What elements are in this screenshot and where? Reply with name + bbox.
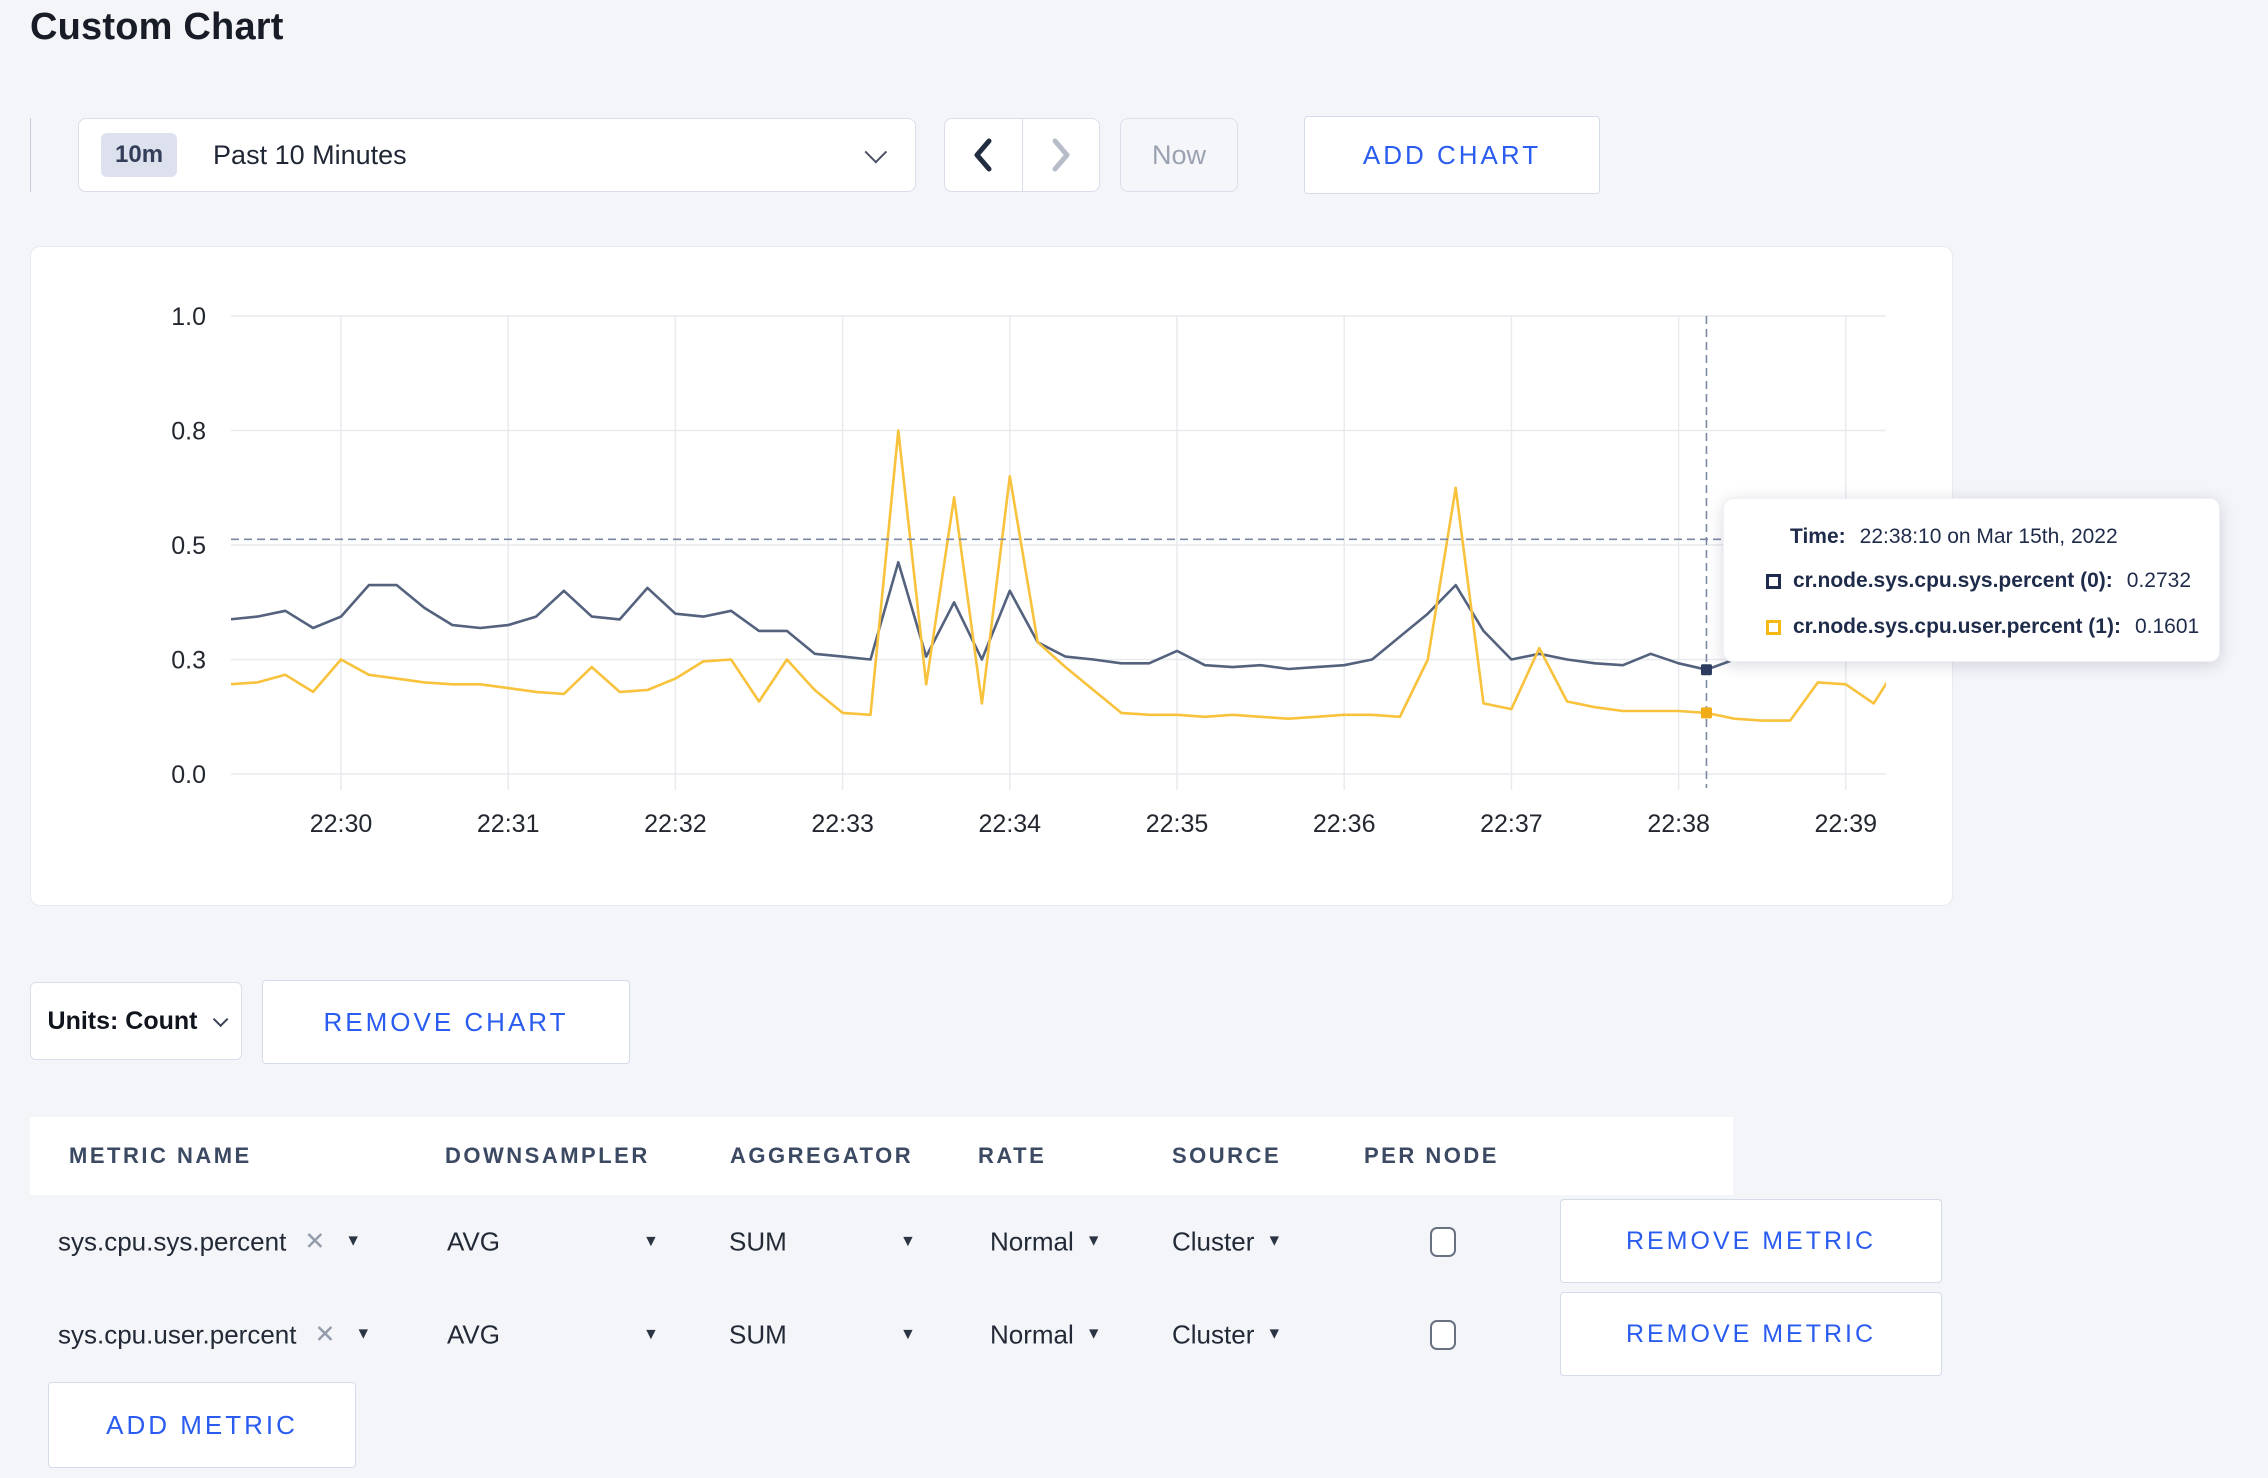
- tooltip-series-name: cr.node.sys.cpu.sys.percent (0):: [1793, 569, 2113, 592]
- column-header-downsampler: DOWNSAMPLER: [445, 1143, 650, 1168]
- svg-text:22:30: 22:30: [310, 810, 373, 838]
- add-chart-button[interactable]: ADD CHART: [1304, 116, 1600, 194]
- aggregator-select[interactable]: SUM: [729, 1319, 787, 1350]
- time-range-dropdown[interactable]: 10m Past 10 Minutes: [78, 118, 916, 192]
- caret-down-icon: ▼: [1266, 1325, 1283, 1343]
- downsampler-caret[interactable]: ▼: [643, 1233, 659, 1251]
- svg-text:1.0: 1.0: [171, 303, 206, 331]
- time-range-badge: 10m: [101, 133, 178, 177]
- toolbar-left-divider: [30, 118, 31, 192]
- tooltip-series-name: cr.node.sys.cpu.user.percent (1):: [1793, 615, 2121, 638]
- chart-tooltip: Time: 22:38:10 on Mar 15th, 2022 cr.node.…: [1723, 498, 2220, 662]
- svg-text:22:36: 22:36: [1313, 810, 1376, 838]
- remove-chart-button[interactable]: REMOVE CHART: [262, 980, 630, 1064]
- prev-time-button[interactable]: [945, 119, 1023, 191]
- caret-down-icon[interactable]: ▼: [345, 1233, 361, 1251]
- tooltip-series-row: cr.node.sys.cpu.user.percent (1): 0.1601: [1766, 615, 2199, 639]
- time-range-label: Past 10 Minutes: [213, 139, 407, 170]
- tooltip-series-row: cr.node.sys.cpu.sys.percent (0): 0.2732: [1766, 569, 2191, 593]
- svg-text:22:31: 22:31: [477, 810, 540, 838]
- caret-down-icon: ▼: [900, 1232, 916, 1250]
- aggregator-select[interactable]: SUM: [729, 1226, 787, 1257]
- source-select[interactable]: Cluster ▼: [1172, 1319, 1282, 1350]
- per-node-checkbox[interactable]: [1430, 1226, 1456, 1257]
- rate-select[interactable]: Normal ▼: [990, 1226, 1102, 1257]
- tooltip-time-label: Time:: [1790, 525, 1846, 548]
- now-button[interactable]: Now: [1120, 118, 1238, 192]
- source-select[interactable]: Cluster ▼: [1172, 1226, 1282, 1257]
- svg-text:22:35: 22:35: [1146, 810, 1209, 838]
- tooltip-series-value: 0.1601: [2134, 615, 2200, 638]
- svg-text:22:37: 22:37: [1480, 810, 1543, 838]
- aggregator-caret[interactable]: ▼: [900, 1326, 916, 1344]
- chart-card: 22:30 22:31 22:32 22:33 22:34 22:35 22:36 22:37…: [30, 246, 1953, 906]
- rate-value: Normal: [990, 1226, 1074, 1256]
- aggregator-value: SUM: [729, 1226, 787, 1256]
- chevron-left-icon: [974, 138, 992, 172]
- svg-text:22:34: 22:34: [979, 810, 1042, 838]
- caret-down-icon: ▼: [643, 1232, 659, 1250]
- svg-text:0.8: 0.8: [171, 418, 206, 446]
- downsampler-value: AVG: [447, 1226, 500, 1256]
- next-time-button[interactable]: [1023, 119, 1100, 191]
- time-nav-group: [944, 118, 1100, 192]
- caret-down-icon: ▼: [1266, 1232, 1283, 1250]
- aggregator-caret[interactable]: ▼: [900, 1233, 916, 1251]
- downsampler-caret[interactable]: ▼: [643, 1326, 659, 1344]
- column-header-metric-name: METRIC NAME: [69, 1143, 252, 1168]
- svg-text:0.0: 0.0: [171, 761, 206, 789]
- metric-row: sys.cpu.sys.percent ✕ ▼ AVG ▼ SUM ▼ Norm…: [30, 1195, 1953, 1288]
- caret-down-icon: ▼: [643, 1325, 659, 1343]
- add-metric-button[interactable]: ADD METRIC: [48, 1382, 356, 1468]
- svg-text:0.5: 0.5: [171, 532, 206, 560]
- chevron-right-icon: [1052, 138, 1070, 172]
- metric-name-select[interactable]: sys.cpu.sys.percent ✕ ▼: [58, 1226, 361, 1257]
- units-dropdown[interactable]: Units: Count: [30, 982, 242, 1060]
- svg-text:22:33: 22:33: [811, 810, 874, 838]
- metric-name-select[interactable]: sys.cpu.user.percent ✕ ▼: [58, 1319, 371, 1350]
- downsampler-select[interactable]: AVG: [447, 1319, 500, 1350]
- chevron-down-icon: [864, 140, 888, 164]
- column-header-aggregator: AGGREGATOR: [730, 1143, 914, 1168]
- tooltip-series-value: 0.2732: [2126, 569, 2192, 592]
- series-swatch-icon: [1766, 619, 1781, 635]
- column-header-rate: RATE: [978, 1143, 1047, 1168]
- downsampler-value: AVG: [447, 1319, 500, 1349]
- metric-name-value: sys.cpu.sys.percent: [58, 1226, 287, 1256]
- units-label: Units: Count: [47, 1006, 198, 1035]
- clear-metric-icon[interactable]: ✕: [304, 1227, 325, 1257]
- time-series-chart[interactable]: 22:30 22:31 22:32 22:33 22:34 22:35 22:36 22:37…: [31, 247, 1954, 907]
- metric-row: sys.cpu.user.percent ✕ ▼ AVG ▼ SUM ▼ Nor…: [30, 1288, 1953, 1381]
- caret-down-icon: ▼: [1085, 1325, 1102, 1343]
- rate-value: Normal: [990, 1319, 1074, 1349]
- svg-text:22:38: 22:38: [1647, 810, 1710, 838]
- caret-down-icon: ▼: [1085, 1232, 1102, 1250]
- per-node-checkbox[interactable]: [1430, 1319, 1456, 1350]
- caret-down-icon[interactable]: ▼: [355, 1326, 371, 1344]
- downsampler-select[interactable]: AVG: [447, 1226, 500, 1257]
- column-header-source: SOURCE: [1172, 1143, 1282, 1168]
- svg-text:22:32: 22:32: [644, 810, 707, 838]
- page-title: Custom Chart: [30, 6, 284, 48]
- tooltip-time-row: Time: 22:38:10 on Mar 15th, 2022: [1790, 525, 2118, 549]
- svg-text:0.3: 0.3: [171, 647, 206, 675]
- clear-metric-icon[interactable]: ✕: [314, 1320, 335, 1350]
- metric-name-value: sys.cpu.user.percent: [58, 1319, 297, 1349]
- caret-down-icon: ▼: [900, 1325, 916, 1343]
- remove-metric-button[interactable]: REMOVE METRIC: [1560, 1292, 1942, 1376]
- remove-metric-button[interactable]: REMOVE METRIC: [1560, 1199, 1942, 1283]
- chevron-down-icon: [213, 1011, 229, 1027]
- svg-text:22:39: 22:39: [1815, 810, 1878, 838]
- tooltip-time-value: 22:38:10 on Mar 15th, 2022: [1859, 525, 2118, 548]
- aggregator-value: SUM: [729, 1319, 787, 1349]
- source-value: Cluster: [1172, 1226, 1255, 1256]
- metrics-table-header: METRIC NAME DOWNSAMPLER AGGREGATOR RATE …: [30, 1117, 1733, 1195]
- series-swatch-icon: [1766, 573, 1781, 589]
- column-header-per-node: PER NODE: [1364, 1143, 1499, 1168]
- rate-select[interactable]: Normal ▼: [990, 1319, 1102, 1350]
- source-value: Cluster: [1172, 1319, 1255, 1349]
